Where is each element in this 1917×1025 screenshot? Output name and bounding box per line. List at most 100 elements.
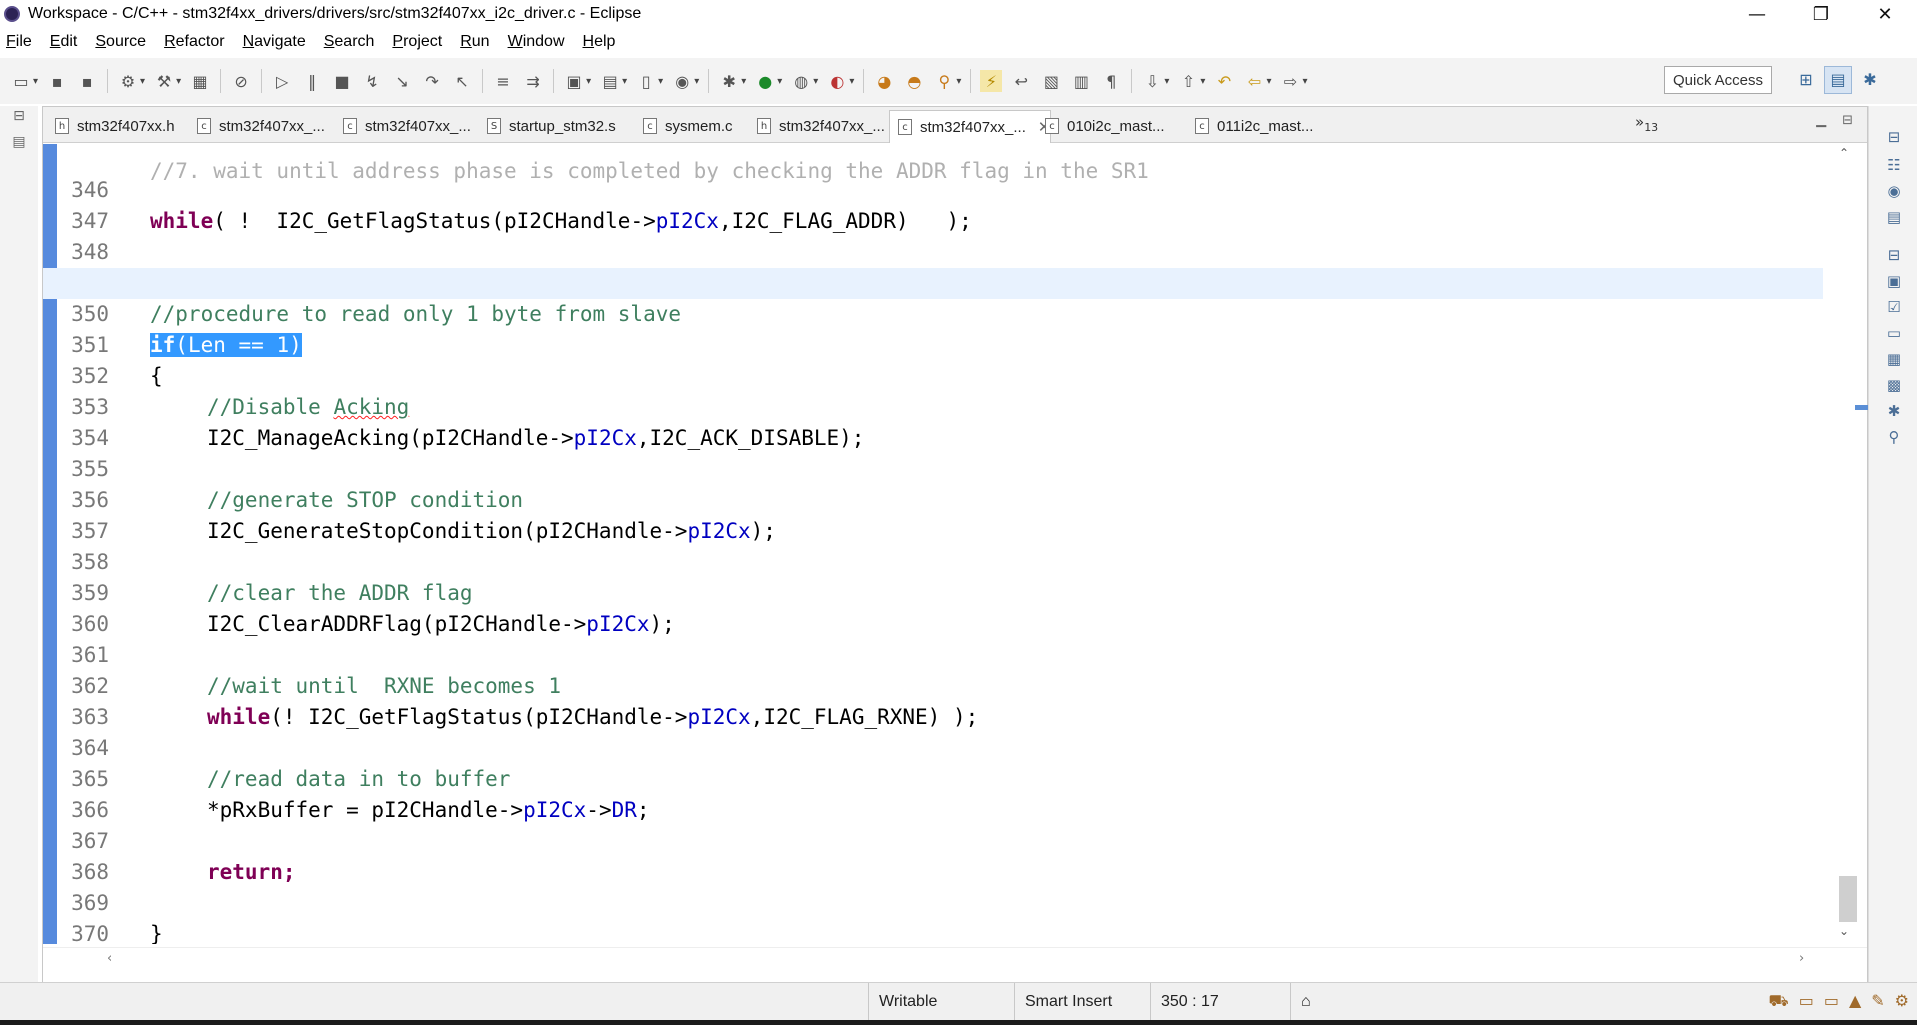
- tab-stm32f407xx-h[interactable]: h stm32f407xx.h: [47, 110, 175, 142]
- minimize-button[interactable]: —: [1725, 0, 1789, 28]
- chevron-down-icon[interactable]: ▾: [777, 76, 782, 87]
- tab-stm32f407xx-h-2[interactable]: h stm32f407xx_...: [749, 110, 885, 142]
- terminate-icon[interactable]: ■: [331, 70, 353, 92]
- tasks-icon[interactable]: ☑: [1883, 296, 1905, 318]
- menu-edit[interactable]: Edit: [48, 33, 88, 51]
- next-annotation-icon[interactable]: ⇩: [1141, 70, 1163, 92]
- project-explorer-icon[interactable]: ▤: [10, 132, 28, 150]
- skip-breakpoints-icon[interactable]: ⊘: [230, 70, 252, 92]
- chevron-down-icon[interactable]: ▾: [849, 76, 854, 87]
- forward-icon[interactable]: ⇨: [1279, 70, 1301, 92]
- open-type-icon[interactable]: ◕: [873, 70, 895, 92]
- console-icon[interactable]: ▭: [1883, 322, 1905, 344]
- step-into-icon[interactable]: ↘: [391, 70, 413, 92]
- tab-startup-stm32[interactable]: S startup_stm32.s: [479, 110, 616, 142]
- save-icon[interactable]: ▪: [46, 70, 68, 92]
- step-over-icon[interactable]: ↷: [421, 70, 443, 92]
- save-all-icon[interactable]: ▪: [76, 70, 98, 92]
- build-targets-icon[interactable]: ◉: [1883, 180, 1905, 202]
- last-edit-location-icon[interactable]: ↶: [1213, 70, 1235, 92]
- chevron-down-icon[interactable]: ▾: [1266, 76, 1271, 87]
- chevron-down-icon[interactable]: ▾: [956, 76, 961, 87]
- search-view-icon[interactable]: ⚲: [1883, 426, 1905, 448]
- build-binary-icon[interactable]: ▦: [189, 70, 211, 92]
- restore-button[interactable]: ❐: [1789, 0, 1853, 28]
- block-selection-icon[interactable]: ▧: [1040, 70, 1062, 92]
- new-folder-icon[interactable]: ▤: [599, 70, 621, 92]
- open-element-icon[interactable]: ◓: [903, 70, 925, 92]
- word-wrap-icon[interactable]: ↩: [1010, 70, 1032, 92]
- debug-icon[interactable]: ✱: [718, 70, 740, 92]
- chevron-down-icon[interactable]: ▾: [741, 76, 746, 87]
- chevron-down-icon[interactable]: ▾: [33, 76, 38, 87]
- new-class-icon[interactable]: ◉: [671, 70, 693, 92]
- menu-search[interactable]: Search: [322, 33, 385, 51]
- maximize-editor-icon[interactable]: ⊟: [1842, 113, 1853, 128]
- quick-access-input[interactable]: Quick Access: [1664, 66, 1772, 94]
- manage-configurations-icon[interactable]: ⚙: [117, 70, 139, 92]
- tab-010i2c-master[interactable]: c 010i2c_mast...: [1037, 110, 1165, 142]
- scroll-right-icon[interactable]: ›: [1799, 951, 1804, 966]
- minimize-editor-icon[interactable]: ▁: [1816, 113, 1826, 128]
- chevron-down-icon[interactable]: ▾: [1164, 76, 1169, 87]
- chevron-down-icon[interactable]: ▾: [1302, 76, 1307, 87]
- chevron-down-icon[interactable]: ▾: [176, 76, 181, 87]
- debug-view-icon[interactable]: ✱: [1883, 400, 1905, 422]
- pen-icon[interactable]: ✎: [1871, 991, 1884, 1012]
- status-insert-mode[interactable]: Smart Insert: [1014, 983, 1144, 1021]
- chevron-down-icon[interactable]: ▾: [140, 76, 145, 87]
- scroll-left-icon[interactable]: ‹: [107, 951, 112, 966]
- step-return-icon[interactable]: ↖: [451, 70, 473, 92]
- run-icon[interactable]: ●: [754, 70, 776, 92]
- menu-navigate[interactable]: Navigate: [241, 33, 316, 51]
- scroll-thumb[interactable]: [1839, 876, 1857, 922]
- new-file-icon[interactable]: ▯: [635, 70, 657, 92]
- instruction-stepping-icon[interactable]: ≡: [492, 70, 514, 92]
- horizontal-scrollbar[interactable]: ‹ ›: [43, 947, 1867, 971]
- vertical-scrollbar[interactable]: ⌃ ⌄: [1827, 144, 1867, 944]
- disconnect-icon[interactable]: ↯: [361, 70, 383, 92]
- mark-occurrences-icon[interactable]: ⚡: [980, 70, 1003, 92]
- settings-icon[interactable]: ⚙: [1895, 991, 1909, 1012]
- restore-view-icon[interactable]: ⊟: [1883, 244, 1905, 266]
- restore-view-icon[interactable]: ⊟: [10, 106, 28, 124]
- hat-icon[interactable]: ▲: [1849, 991, 1861, 1012]
- outline-icon[interactable]: ☷: [1883, 154, 1905, 176]
- status-indicator-icon[interactable]: ⌂: [1290, 983, 1330, 1021]
- call-graph-icon[interactable]: ▩: [1883, 374, 1905, 396]
- tab-stm32f407xx-c-1[interactable]: c stm32f407xx_...: [189, 110, 325, 142]
- cpp-perspective-icon[interactable]: ▤: [1824, 66, 1852, 94]
- scroll-down-icon[interactable]: ⌄: [1839, 924, 1849, 938]
- show-whitespace-icon[interactable]: ▥: [1070, 70, 1092, 92]
- coverage-icon[interactable]: ◍: [790, 70, 812, 92]
- chevron-down-icon[interactable]: ▾: [1200, 76, 1205, 87]
- chevron-down-icon[interactable]: ▾: [586, 76, 591, 87]
- close-window-button[interactable]: ✕: [1853, 0, 1917, 28]
- debug-perspective-icon[interactable]: ✱: [1856, 66, 1884, 94]
- code-editor[interactable]: //7. wait until address phase is complet…: [43, 144, 1867, 944]
- book-icon[interactable]: ▭: [1799, 991, 1814, 1012]
- chevron-down-icon[interactable]: ▾: [622, 76, 627, 87]
- menu-run[interactable]: Run: [458, 33, 499, 51]
- menu-project[interactable]: Project: [390, 33, 452, 51]
- menu-source[interactable]: Source: [93, 33, 156, 51]
- problems-icon[interactable]: ▣: [1883, 270, 1905, 292]
- tips-icon[interactable]: ▭: [1824, 991, 1839, 1012]
- tab-stm32f407xx-i2c-driver-active[interactable]: c stm32f407xx_... ✕: [889, 110, 1052, 143]
- chevron-down-icon[interactable]: ▾: [658, 76, 663, 87]
- tab-011i2c-master[interactable]: c 011i2c_mast...: [1187, 110, 1313, 142]
- external-tools-icon[interactable]: ◐: [826, 70, 848, 92]
- drop-to-frame-icon[interactable]: ⇉: [522, 70, 544, 92]
- restore-view-icon[interactable]: ⊟: [1883, 126, 1905, 148]
- tab-overflow-button[interactable]: »13: [1635, 113, 1658, 134]
- new-project-icon[interactable]: ▣: [563, 70, 585, 92]
- menu-file[interactable]: File: [4, 33, 42, 51]
- menu-help[interactable]: Help: [581, 33, 626, 51]
- show-paragraph-icon[interactable]: ¶: [1100, 70, 1122, 92]
- build-icon[interactable]: ⚒: [153, 70, 175, 92]
- new-icon[interactable]: ▭: [10, 70, 32, 92]
- back-icon[interactable]: ⇦: [1243, 70, 1265, 92]
- suspend-icon[interactable]: ‖: [301, 70, 323, 92]
- menu-refactor[interactable]: Refactor: [162, 33, 234, 51]
- tab-stm32f407xx-c-2[interactable]: c stm32f407xx_...: [335, 110, 471, 142]
